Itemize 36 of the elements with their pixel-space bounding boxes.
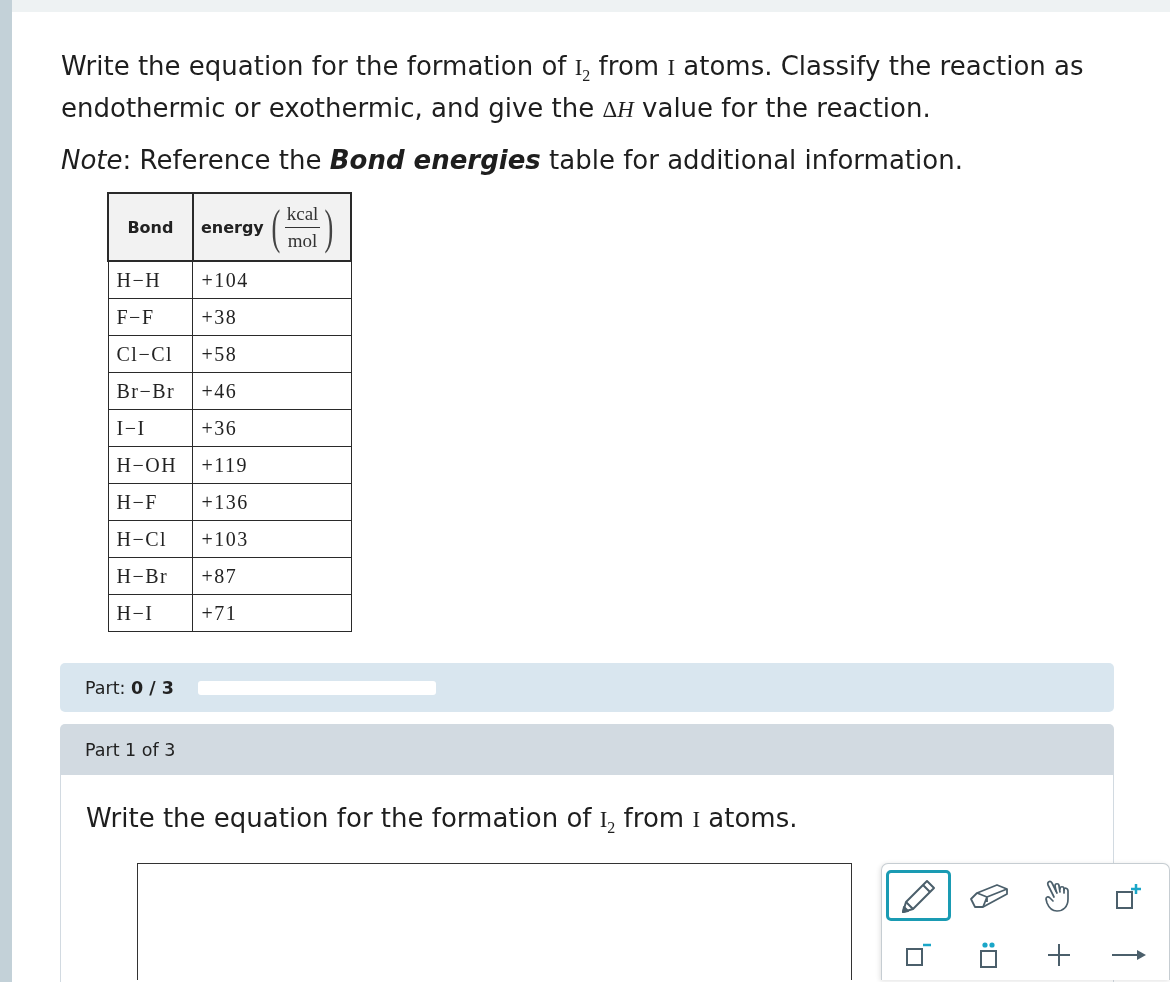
table-cell: +36 bbox=[192, 409, 351, 447]
question-text: Write the equation for the formation of I$_{2}$ from I atoms. Classify the reaction as endothermic or exothermic, and give the ΔH value for the reaction. bbox=[60, 50, 1085, 125]
arrow-icon bbox=[1111, 949, 1146, 960]
square-minus-icon bbox=[905, 943, 932, 966]
plus-icon bbox=[1047, 943, 1070, 966]
table-cell: H−H bbox=[108, 261, 193, 299]
table-cell: I−I bbox=[108, 409, 193, 447]
table-cell: +104 bbox=[192, 261, 351, 299]
pencil-button[interactable] bbox=[886, 870, 951, 921]
eraser-icon bbox=[968, 882, 1009, 909]
table-cell: Br−Br bbox=[108, 372, 193, 410]
table-cell: +87 bbox=[192, 557, 351, 595]
table-cell: H−I bbox=[108, 594, 193, 632]
table-cell: +58 bbox=[192, 335, 351, 373]
pencil-icon bbox=[900, 877, 937, 914]
table-cell: +136 bbox=[192, 483, 351, 521]
table-cell: H−F bbox=[108, 483, 193, 521]
table-cell: H−OH bbox=[108, 446, 193, 484]
table-cell: +119 bbox=[192, 446, 351, 484]
square-plus-icon bbox=[1115, 882, 1142, 909]
column-header: Bond bbox=[108, 193, 193, 261]
table-cell: +71 bbox=[192, 594, 351, 632]
square-dots-icon bbox=[980, 941, 997, 968]
table-cell: H−Cl bbox=[108, 520, 193, 558]
drawing-answer-field[interactable] bbox=[137, 863, 852, 980]
table-cell: Cl−Cl bbox=[108, 335, 193, 373]
table-cell: H−Br bbox=[108, 557, 193, 595]
part-question-text: Write the equation for the formation of I$_{2}$ from I atoms. bbox=[86, 802, 799, 838]
table-cell: +103 bbox=[192, 520, 351, 558]
header-label: energy bbox=[200, 217, 264, 237]
table-cell: F−F bbox=[108, 298, 193, 336]
note-text: Note: Reference the Bond energies table for additional information. bbox=[60, 144, 964, 177]
table-cell: +46 bbox=[192, 372, 351, 410]
progress-label: Part: 0 / 3 bbox=[85, 677, 174, 698]
part-header: Part 1 of 3 bbox=[60, 724, 1114, 775]
table-cell: +38 bbox=[192, 298, 351, 336]
